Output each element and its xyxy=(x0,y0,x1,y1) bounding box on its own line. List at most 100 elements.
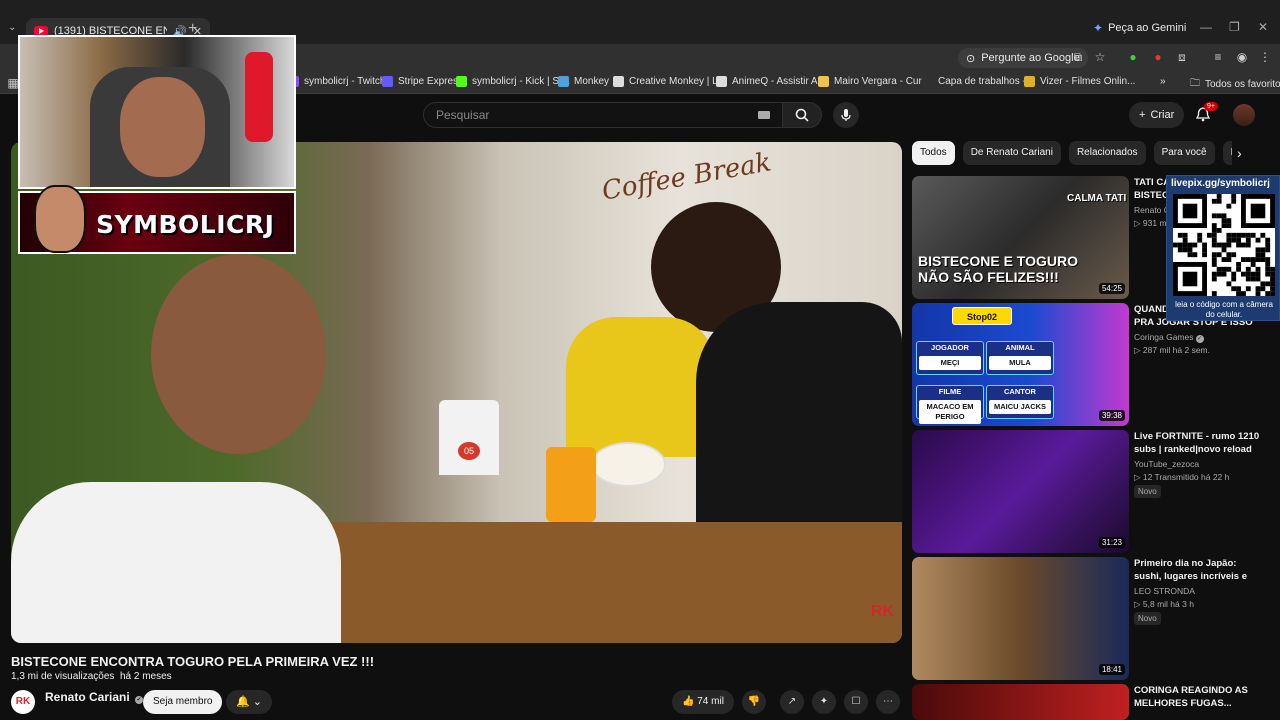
bookmark-favicon-icon xyxy=(716,76,727,87)
stop-cell-answer: MULA xyxy=(989,356,1051,370)
recommended-video[interactable]: 18:41 Primeiro dia no Japão: sushi, lugar… xyxy=(912,557,1262,680)
more-actions-icon[interactable]: ⋯ xyxy=(876,690,900,714)
bookmark-favicon-icon xyxy=(818,76,829,87)
all-bookmarks-button[interactable]: 🗀 Todos os favoritos xyxy=(1190,76,1280,93)
chip-2[interactable]: Relacionados xyxy=(1068,141,1146,165)
gemini-button[interactable]: ✦ Peça ao Gemini xyxy=(1093,21,1186,35)
bookmark-item[interactable]: symbolicrj - Twitch xyxy=(288,76,386,87)
recommended-video[interactable]: 31:23 Live FORTNITE - rumo 1210 subs | ra… xyxy=(912,430,1262,553)
extension-red-icon[interactable]: ● xyxy=(1151,50,1165,64)
folder-icon: 🗀 xyxy=(1190,78,1200,89)
clip-icon[interactable]: ✦ xyxy=(812,690,836,714)
bookmark-label: Capa de trabalhos -... xyxy=(938,76,1035,87)
video-channel-watermark: RK xyxy=(870,603,894,620)
bookmark-item[interactable]: Mairo Vergara - Cur... xyxy=(818,76,930,87)
recommended-video-stats: ▷ 5,8 mil há 3 h xyxy=(1134,599,1194,609)
browser-menu-icon[interactable]: ⋮ xyxy=(1258,50,1272,64)
bookmark-item[interactable]: Stripe Express xyxy=(382,76,463,87)
recommended-video-title[interactable]: CORINGA REAGINDO AS MELHORES FUGAS... xyxy=(1134,684,1262,710)
bookmark-star-icon[interactable]: ☆ xyxy=(1093,50,1107,64)
video-title: BISTECONE ENCONTRA TOGURO PELA PRIMEIRA … xyxy=(11,654,375,669)
recommended-video[interactable]: Stop02 JOGADOR MEÇI ANIMAL MULA FILME MACACO E… xyxy=(912,303,1262,426)
recommended-video-title[interactable]: Primeiro dia no Japão: sushi, lugares in… xyxy=(1134,557,1262,583)
keyboard-icon[interactable] xyxy=(758,111,770,119)
close-window-icon[interactable]: ✕ xyxy=(1258,20,1268,34)
bookmark-item[interactable]: Vizer - Filmes Onlin... xyxy=(1024,76,1135,87)
recommended-channel-name[interactable]: YouTube_zezoca xyxy=(1134,459,1199,469)
stop-game-cell: CANTOR MAICU JACKS xyxy=(986,385,1054,419)
video-thumbnail[interactable] xyxy=(912,684,1129,720)
bookmark-item[interactable]: symbolicrj - Kick | St... xyxy=(456,76,570,87)
livepix-qr-overlay: livepix.gg/symbolicrj leia o código com … xyxy=(1166,175,1280,321)
recommended-channel-name[interactable]: LEO STRONDA xyxy=(1134,586,1195,596)
orange-juice-glass xyxy=(546,447,596,522)
bookmark-favicon-icon xyxy=(613,76,624,87)
minimize-icon[interactable]: — xyxy=(1200,20,1212,34)
search-icon xyxy=(795,108,809,122)
streamer-microphone xyxy=(245,52,273,142)
qr-code-icon xyxy=(1173,194,1275,296)
dislike-button[interactable]: 👎 xyxy=(742,690,766,714)
extensions-puzzle-icon[interactable]: ⧈ xyxy=(1175,50,1189,64)
napkin-holder xyxy=(439,400,499,475)
new-badge: Novo xyxy=(1134,612,1161,625)
notifications-button[interactable]: 9+ xyxy=(1195,102,1218,127)
search-input[interactable]: Pesquisar xyxy=(423,102,783,128)
channel-avatar[interactable]: RK xyxy=(11,690,35,714)
chip-3[interactable]: Para você xyxy=(1153,141,1215,165)
video-thumbnail[interactable]: Stop02 JOGADOR MEÇI ANIMAL MULA FILME MACACO E… xyxy=(912,303,1129,426)
video-thumbnail[interactable]: BISTECONE E TOGURO NÃO SÃO FELIZES!!! CAL… xyxy=(912,176,1129,299)
recommended-video[interactable]: CORINGA REAGINDO AS MELHORES FUGAS... xyxy=(912,684,1262,720)
share-icon[interactable]: ↗ xyxy=(780,690,804,714)
video-duration: 39:38 xyxy=(1098,410,1125,421)
recommended-video-title[interactable]: Live FORTNITE - rumo 1210 subs | ranked|… xyxy=(1134,430,1262,456)
stop-cell-answer: MEÇI xyxy=(919,356,981,370)
bookmark-item[interactable]: AnimeQ - Assistir A... xyxy=(716,76,826,87)
ask-google-button[interactable]: ⊙ Pergunte ao Google xyxy=(958,48,1088,68)
stop-game-cell: ANIMAL MULA xyxy=(986,341,1054,375)
plus-icon: + xyxy=(1139,109,1146,121)
video-duration: 31:23 xyxy=(1098,537,1125,548)
video-thumbnail[interactable]: 18:41 xyxy=(912,557,1129,680)
create-button[interactable]: + Criar xyxy=(1129,102,1185,128)
video-stats: 1,3 mi de visualizações há 2 meses xyxy=(11,671,172,682)
bookmark-label: Stripe Express xyxy=(398,76,464,87)
voice-search-button[interactable] xyxy=(833,102,859,128)
extension-green-icon[interactable]: ● xyxy=(1126,50,1140,64)
bookmarks-more-button[interactable]: » xyxy=(1160,76,1166,87)
like-button[interactable]: 👍 74 mil xyxy=(672,690,734,714)
video-dish xyxy=(591,442,666,487)
account-avatar[interactable] xyxy=(1233,104,1255,126)
tab-search-icon[interactable]: ⌄ xyxy=(8,22,16,33)
bookmark-favicon-icon xyxy=(922,76,933,87)
recommended-channel-name[interactable]: Coringa Games ✓ xyxy=(1134,332,1204,343)
streamer-avatar xyxy=(34,185,86,253)
stop-cell-category: FILME xyxy=(938,387,962,396)
join-button[interactable]: Seja membro xyxy=(143,690,223,714)
bookmark-item[interactable]: Capa de trabalhos -... xyxy=(922,76,1034,87)
chip-0[interactable]: Todos xyxy=(912,141,955,165)
bookmark-favicon-icon xyxy=(456,76,467,87)
subscription-bell-button[interactable]: 🔔 ⌄ xyxy=(226,690,272,714)
save-icon[interactable]: ☐ xyxy=(844,690,868,714)
video-person-white-shirt xyxy=(11,482,341,643)
gemini-label: Peça ao Gemini xyxy=(1108,22,1187,34)
video-thumbnail[interactable]: 31:23 xyxy=(912,430,1129,553)
chip-4[interactable]: Envi xyxy=(1222,141,1232,165)
ask-google-label: Pergunte ao Google xyxy=(981,52,1080,64)
streamer-face xyxy=(120,77,205,177)
stop-cell-answer: MAICU JACKS xyxy=(989,400,1051,414)
bookmark-label: Monkey xyxy=(574,76,610,87)
coffee-break-sign: Coffee Break xyxy=(599,147,774,207)
chevron-right-icon[interactable]: › xyxy=(1237,145,1242,161)
profile-icon[interactable]: ◉ xyxy=(1235,50,1249,64)
search-button[interactable] xyxy=(782,102,822,128)
media-controls-icon[interactable]: ≡ xyxy=(1211,50,1225,64)
chip-1[interactable]: De Renato Cariani xyxy=(962,141,1061,165)
google-lens-icon: ⊙ xyxy=(966,52,976,65)
bookmark-item[interactable]: Monkey xyxy=(558,76,609,87)
maximize-icon[interactable]: ❐ xyxy=(1229,20,1240,34)
channel-name[interactable]: Renato Cariani ✓ xyxy=(45,690,144,704)
bookmark-item[interactable]: Creative Monkey | L... xyxy=(613,76,726,87)
install-app-icon[interactable]: ⧉ xyxy=(1071,50,1085,64)
